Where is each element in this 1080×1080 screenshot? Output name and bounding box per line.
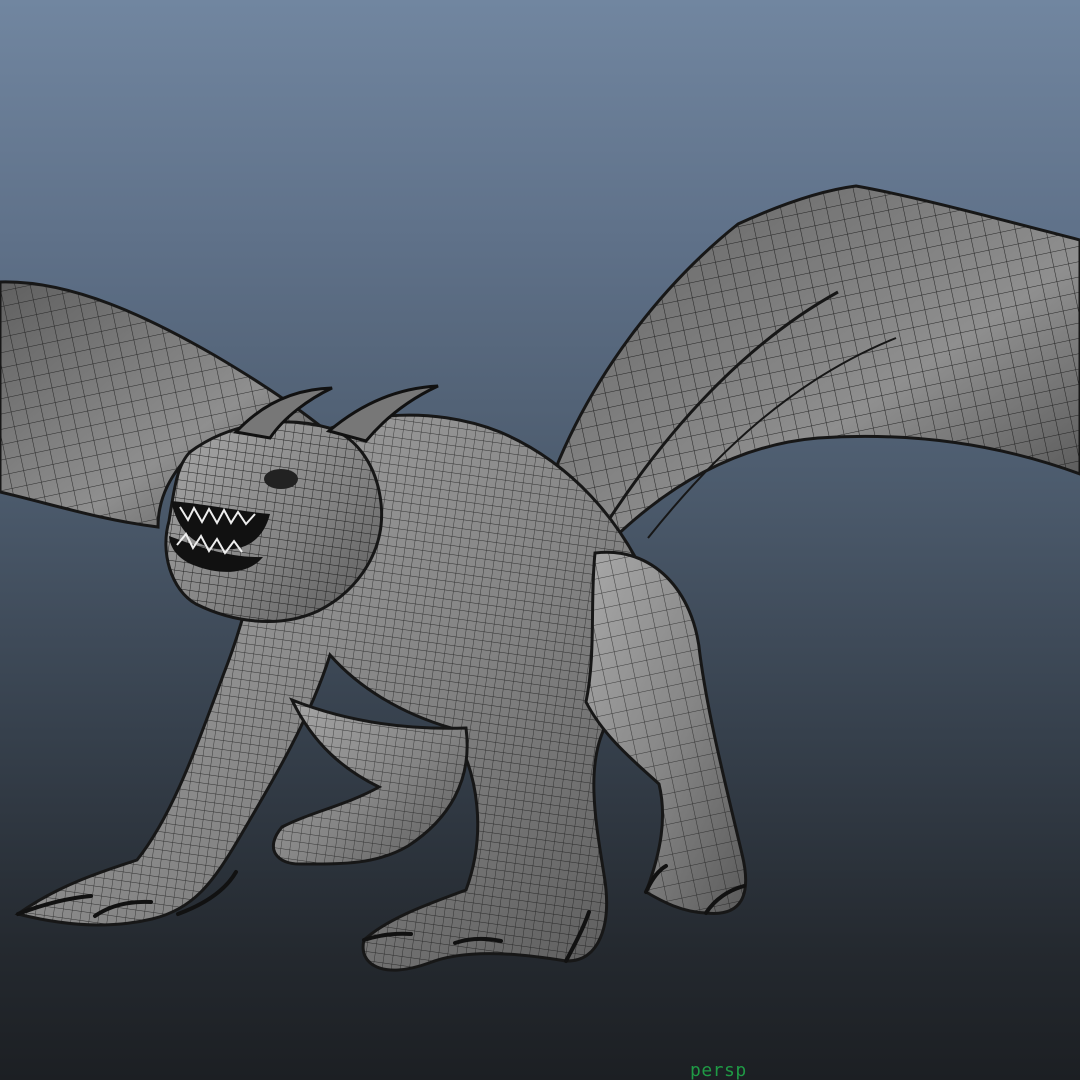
maya-perspective-viewport[interactable]: persp [0,0,1080,1080]
camera-view-label: persp [690,1060,747,1080]
dragon-wireframe-mesh-icon[interactable] [0,0,1080,1080]
right-wing [553,184,1080,552]
